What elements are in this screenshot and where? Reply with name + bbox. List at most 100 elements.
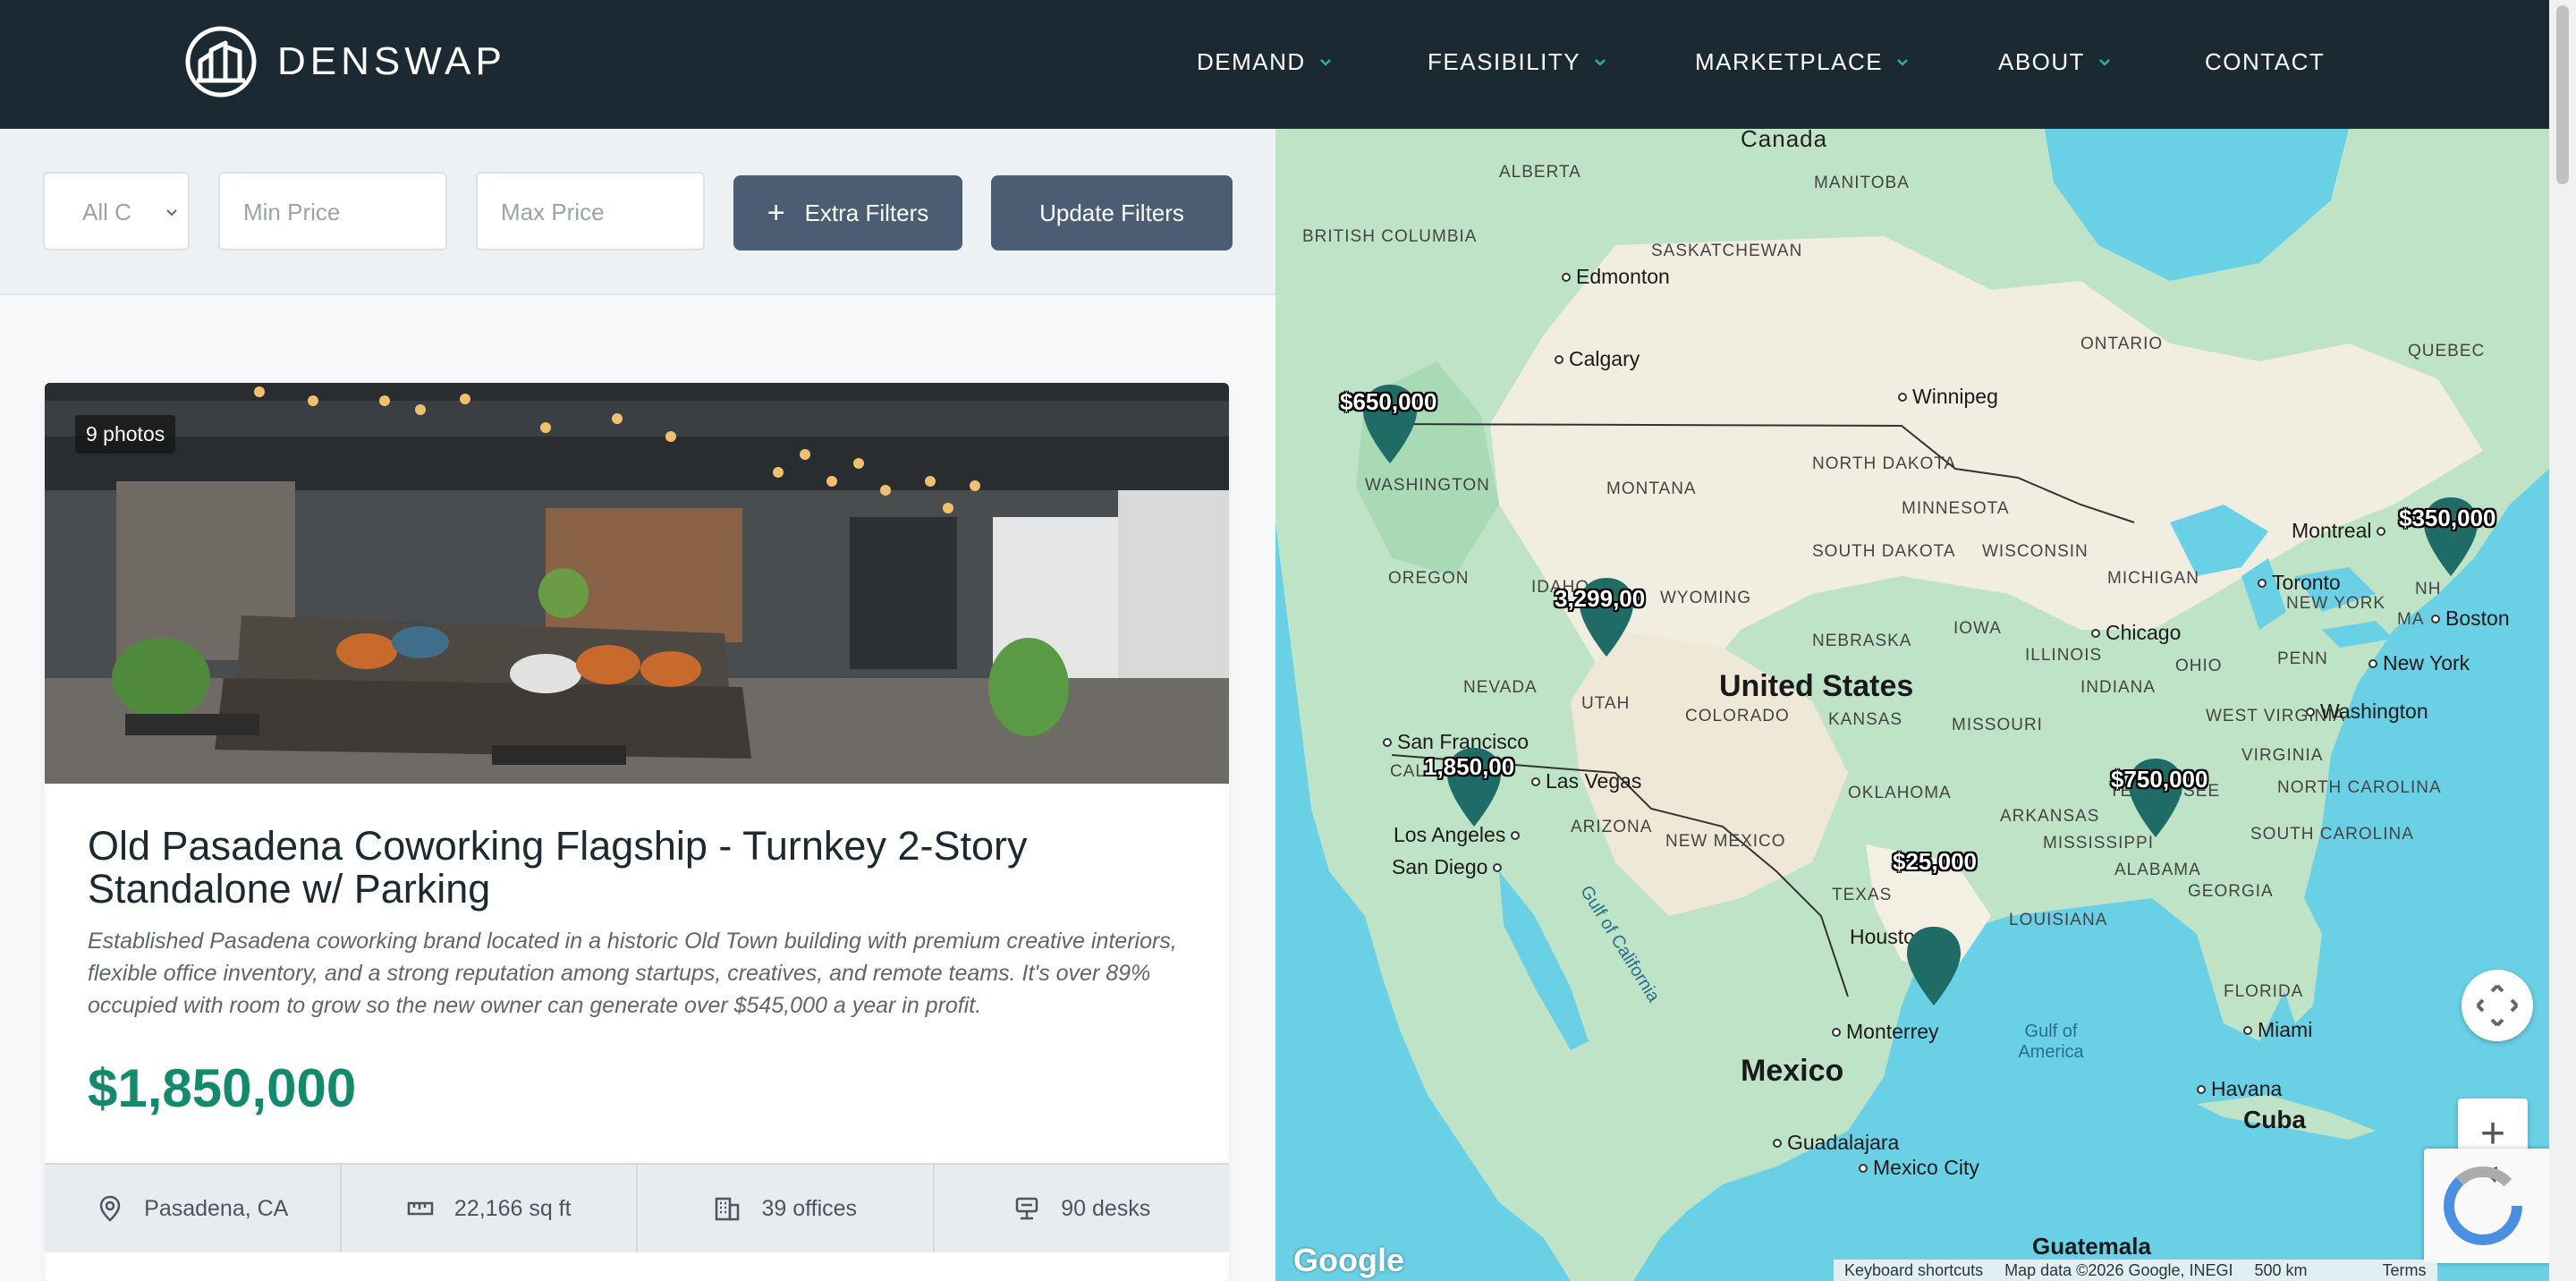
region-label: SOUTH CAROLINA	[2250, 825, 2414, 844]
extra-filters-label: Extra Filters	[804, 199, 929, 226]
logo[interactable]: DENSWAP	[184, 25, 506, 98]
region-label: MISSOURI	[1952, 716, 2043, 734]
city-label: Washington	[2306, 700, 2428, 724]
region-label: ALABAMA	[2114, 861, 2201, 879]
city-label: Toronto	[2258, 571, 2341, 595]
region-label: VIRGINIA	[2241, 746, 2324, 765]
pin-label: $25,000	[1893, 848, 1977, 875]
chevron-down-icon	[2099, 58, 2110, 66]
city-label: Las Vegas	[1531, 769, 1641, 793]
region-label: WASHINGTON	[1365, 476, 1490, 495]
stat-location-text: Pasadena, CA	[144, 1195, 289, 1221]
city-label: Havana	[2197, 1077, 2282, 1101]
category-select[interactable]: All C	[43, 172, 190, 250]
fullscreen-button[interactable]	[2462, 970, 2533, 1041]
site-header: DENSWAP DEMAND FEASIBILITY MARKETPLACE A…	[0, 0, 2549, 129]
stat-size: 22,166 sq ft	[342, 1165, 638, 1252]
page-scrollbar[interactable]	[2549, 0, 2576, 1281]
pin-label: $750,000	[2111, 766, 2208, 793]
photo-count-badge: 9 photos	[75, 415, 176, 454]
stat-desks-text: 90 desks	[1061, 1195, 1151, 1221]
pin-label: 1,850,00	[1424, 753, 1515, 780]
region-label: WISCONSIN	[1982, 542, 2089, 561]
listing-title[interactable]: Old Pasadena Coworking Flagship - Turnke…	[88, 825, 1197, 911]
listing-price: $1,850,000	[88, 1058, 357, 1118]
chevron-down-icon	[166, 209, 177, 216]
nav-item-label: DEMAND	[1197, 48, 1306, 75]
scrollbar-thumb[interactable]	[2556, 5, 2569, 184]
brand-name: DENSWAP	[277, 39, 506, 83]
pin-label: 3,299,00	[1555, 585, 1646, 612]
country-label-mexico: Mexico	[1741, 1054, 1844, 1088]
region-label: TEXAS	[1832, 886, 1893, 904]
max-price-placeholder: Max Price	[501, 199, 605, 225]
region-label: IOWA	[1953, 619, 2002, 638]
building-icon	[716, 1197, 740, 1221]
region-label: OREGON	[1388, 569, 1470, 588]
filter-bar: All C Min Price Max Price + Extra Filter…	[0, 129, 1275, 295]
region-label: KANSAS	[1828, 710, 1903, 729]
listing-pin[interactable]	[1902, 923, 1966, 1009]
nav-item-feasibility[interactable]: FEASIBILITY	[1428, 48, 1607, 76]
city-label: Mexico City	[1859, 1156, 1979, 1180]
region-label: OKLAHOMA	[1848, 784, 1952, 802]
nav-item-marketplace[interactable]: MARKETPLACE	[1695, 48, 1910, 76]
region-label: ALBERTA	[1499, 163, 1581, 182]
recaptcha-badge[interactable]	[2424, 1149, 2549, 1263]
max-price-input[interactable]: Max Price	[476, 172, 705, 250]
city-label: Guadalajara	[1773, 1131, 1899, 1155]
city-label: Miami	[2243, 1018, 2312, 1042]
nav-item-contact[interactable]: CONTACT	[2205, 48, 2325, 76]
region-label: NH	[2415, 580, 2442, 598]
region-label: BRITISH COLUMBIA	[1302, 227, 1478, 246]
pin-label: $650,000	[1340, 388, 1437, 415]
nav-item-demand[interactable]: DEMAND	[1197, 48, 1333, 76]
city-label: San Diego	[1392, 855, 1507, 879]
region-label: NORTH CAROLINA	[2277, 778, 2442, 797]
city-label: Chicago	[2091, 621, 2181, 645]
region-label: COLORADO	[1685, 707, 1790, 725]
map-panel[interactable]: Canada ALBERTA MANITOBA BRITISH COLUMBIA…	[1275, 129, 2549, 1281]
min-price-input[interactable]: Min Price	[218, 172, 447, 250]
region-label: WYOMING	[1660, 589, 1751, 607]
nav-item-label: ABOUT	[1998, 48, 2086, 75]
region-label: LOUISIANA	[2009, 911, 2108, 929]
ruler-icon	[407, 1201, 434, 1216]
nav-item-label: MARKETPLACE	[1695, 48, 1884, 75]
keyboard-shortcuts-link[interactable]: Keyboard shortcuts	[1834, 1261, 1994, 1280]
plus-icon: +	[767, 196, 785, 230]
country-label-us: United States	[1719, 669, 1914, 703]
stat-size-text: 22,166 sq ft	[453, 1195, 572, 1221]
update-filters-button[interactable]: Update Filters	[991, 175, 1233, 250]
logo-icon	[185, 26, 257, 98]
region-label: MINNESOTA	[1902, 499, 2010, 518]
map-data-text: Map data ©2026 Google, INEGI	[2004, 1260, 2233, 1279]
scale-label[interactable]: 500 km	[2244, 1261, 2318, 1280]
listing-photo[interactable]	[45, 383, 1229, 784]
region-label: NEW MEXICO	[1665, 832, 1786, 851]
listing-card[interactable]: 9 photos Old Pasadena Coworking Flagship…	[45, 383, 1229, 1281]
stat-offices-text: 39 offices	[761, 1195, 858, 1221]
region-label: MONTANA	[1606, 479, 1697, 498]
terms-link[interactable]: Terms	[2372, 1261, 2437, 1280]
country-label-cuba: Cuba	[2243, 1106, 2306, 1133]
region-label: MA	[2397, 610, 2425, 629]
nav-item-about[interactable]: ABOUT	[1998, 48, 2112, 76]
region-label: NEBRASKA	[1812, 632, 1912, 650]
expand-icon	[2476, 984, 2519, 1027]
city-label: Edmonton	[1562, 265, 1670, 289]
region-label: MICHIGAN	[2107, 569, 2199, 588]
region-label: SOUTH DAKOTA	[1812, 542, 1956, 561]
stat-location: Pasadena, CA	[45, 1165, 342, 1252]
region-label: QUEBEC	[2408, 342, 2486, 361]
pin-label: $350,000	[2399, 505, 2496, 531]
region-label: ILLINOIS	[2025, 646, 2103, 665]
region-label: UTAH	[1581, 694, 1631, 713]
region-label: GEORGIA	[2188, 882, 2274, 901]
extra-filters-button[interactable]: + Extra Filters	[733, 175, 962, 250]
map-pin-icon	[99, 1195, 121, 1222]
country-label-guatemala: Guatemala	[2032, 1233, 2151, 1260]
nav-item-label: FEASIBILITY	[1428, 48, 1581, 75]
category-select-value: All C	[82, 199, 131, 225]
listing-description: Established Pasadena coworking brand loc…	[88, 929, 1177, 1018]
